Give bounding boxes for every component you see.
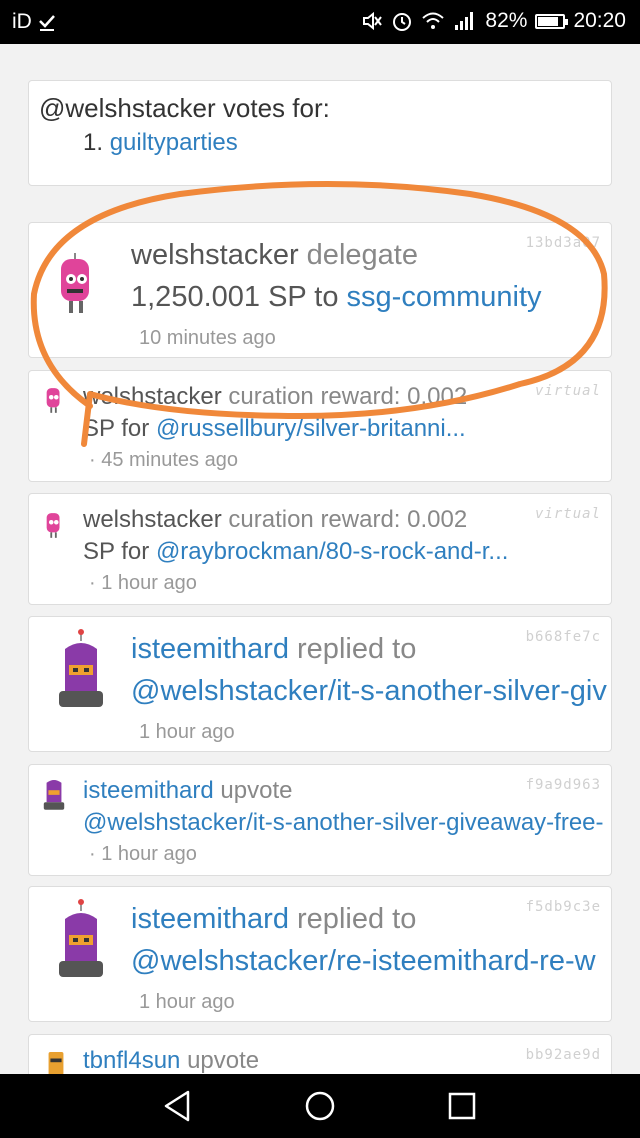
pink-robot-avatar[interactable] — [43, 508, 65, 542]
operation-id: virtual — [534, 506, 601, 522]
votes-list-item: 1. guiltyparties — [83, 129, 238, 157]
feed-item: f9a9d963 isteemithard upvote @welshstack… — [28, 764, 612, 876]
feed-time: · 1 hour ago — [89, 843, 197, 865]
status-app-text: iD — [12, 10, 32, 33]
wifi-icon — [422, 12, 445, 29]
feed-line-1: isteemithard replied to — [131, 903, 601, 936]
feed-user[interactable]: isteemithard — [83, 777, 214, 804]
feed-user[interactable]: isteemithard — [131, 633, 289, 665]
feed-action: curation reward: 0.002 — [221, 506, 468, 533]
feed-line-2: @welshstacker/re-isteemithard-re-w — [131, 945, 611, 978]
feed-link[interactable]: @welshstacker/it-s-another-silver-giv — [131, 675, 607, 707]
navigation-bar — [0, 1074, 640, 1138]
feed-action: upvote — [213, 777, 293, 804]
feed-action: replied to — [288, 633, 417, 665]
mute-icon — [363, 11, 383, 31]
feed-link[interactable]: @russellbury/silver-britanni... — [156, 415, 466, 442]
feed-line-1: isteemithard upvote — [83, 777, 543, 805]
feed-line-2: SP for @russellbury/silver-britanni... — [83, 415, 609, 443]
feed-time: 1 hour ago — [139, 721, 235, 743]
feed-line-1: welshstacker curation reward: 0.002 — [83, 506, 543, 534]
feed-user[interactable]: isteemithard — [131, 903, 289, 935]
feed-action: delegate — [298, 239, 418, 271]
feed-user[interactable]: welshstacker — [131, 239, 299, 271]
feed-action: curation reward: 0.002 — [221, 383, 468, 410]
pink-robot-avatar[interactable] — [53, 251, 101, 319]
feed-text: 1,250.001 SP to — [131, 281, 347, 313]
signal-icon — [455, 12, 474, 30]
feed-line-1: tbnfl4sun upvote — [83, 1047, 543, 1074]
battery-icon — [535, 13, 569, 29]
purple-robot-avatar[interactable] — [53, 629, 109, 713]
content-area: @welshstacker votes for: 1. guiltypartie… — [0, 44, 640, 1074]
feed-line-2: @welshstacker/it-s-another-silver-giv — [131, 675, 611, 708]
feed-item: f5db9c3e isteemithard replied to @welshs… — [28, 886, 612, 1022]
operation-id: virtual — [534, 383, 601, 399]
orange-robot-avatar[interactable] — [43, 1045, 69, 1074]
feed-user[interactable]: tbnfl4sun — [83, 1047, 180, 1074]
feed-line-2: @welshstacker/it-s-another-silver-giveaw… — [83, 809, 609, 837]
feed-item: bb92ae9d tbnfl4sun upvote — [28, 1034, 612, 1074]
witness-link[interactable]: guiltyparties — [110, 129, 238, 156]
feed-link[interactable]: ssg-community — [347, 281, 542, 313]
back-icon[interactable] — [158, 1088, 198, 1124]
pink-robot-avatar[interactable] — [43, 383, 65, 417]
feed-time: · 45 minutes ago — [89, 449, 238, 471]
feed-line-1: isteemithard replied to — [131, 633, 601, 666]
feed-line-1: welshstacker curation reward: 0.002 — [83, 383, 543, 411]
feed-time: 1 hour ago — [139, 991, 235, 1013]
home-icon[interactable] — [300, 1088, 340, 1124]
feed-time: 10 minutes ago — [139, 327, 276, 349]
feed-user[interactable]: welshstacker — [83, 506, 222, 533]
feed-item: 13bd3a07 welshstacker delegate 1,250.001… — [28, 222, 612, 358]
alarm-icon — [393, 13, 412, 31]
status-bar: iD 82% 20:20 — [0, 0, 640, 44]
feed-action: upvote — [180, 1047, 260, 1074]
battery-percent: 82% — [485, 9, 528, 32]
votes-number: 1. — [83, 129, 104, 156]
feed-line-1: welshstacker delegate — [131, 239, 601, 272]
recents-icon[interactable] — [442, 1088, 482, 1124]
feed-item: b668fe7c isteemithard replied to @welshs… — [28, 616, 612, 752]
feed-action: replied to — [288, 903, 417, 935]
feed-user[interactable]: welshstacker — [83, 383, 222, 410]
download-check-icon — [38, 15, 55, 31]
purple-robot-avatar[interactable] — [41, 773, 67, 813]
feed-link[interactable]: @welshstacker/it-s-another-silver-giveaw… — [83, 809, 604, 836]
feed-link[interactable]: @raybrockman/80-s-rock-and-r... — [156, 538, 508, 565]
feed-text: SP for — [83, 415, 156, 442]
feed-item: virtual welshstacker curation reward: 0.… — [28, 493, 612, 605]
votes-title: @welshstacker votes for: — [39, 93, 330, 123]
feed-text: SP for — [83, 538, 156, 565]
feed-item: virtual welshstacker curation reward: 0.… — [28, 370, 612, 482]
clock: 20:20 — [573, 9, 626, 32]
feed-line-2: SP for @raybrockman/80-s-rock-and-r... — [83, 538, 609, 566]
witness-votes-card: @welshstacker votes for: 1. guiltypartie… — [28, 80, 612, 186]
feed-link[interactable]: @welshstacker/re-isteemithard-re-w — [131, 945, 596, 977]
purple-robot-avatar[interactable] — [53, 899, 109, 983]
feed-line-2: 1,250.001 SP to ssg-community — [131, 281, 611, 314]
feed-time: · 1 hour ago — [89, 572, 197, 594]
